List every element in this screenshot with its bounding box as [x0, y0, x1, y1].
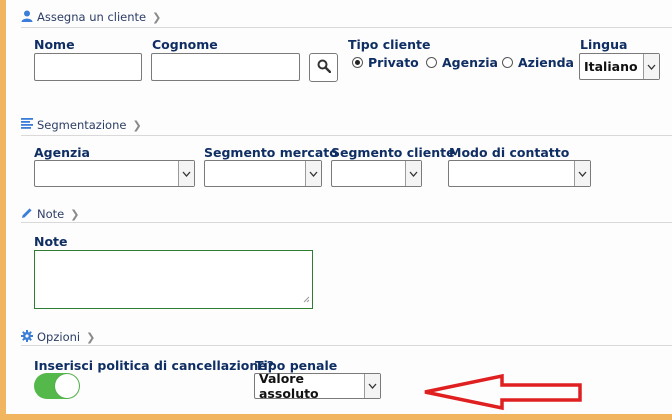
red-arrow-annotation	[424, 373, 582, 411]
radio-azienda[interactable]: Azienda	[502, 55, 574, 70]
agenzia-label: Agenzia	[34, 145, 90, 160]
chevron-down-icon[interactable]	[305, 161, 321, 186]
search-button[interactable]	[309, 53, 338, 82]
modo-contatto-select[interactable]	[448, 160, 591, 187]
agenzia-select[interactable]	[34, 160, 195, 187]
chevron-down-icon[interactable]	[643, 54, 659, 79]
divider	[21, 222, 672, 223]
chevron-right-icon: ❯	[70, 207, 80, 221]
chevron-down-icon[interactable]	[364, 374, 380, 398]
section-header-options[interactable]: Opzioni ❯	[21, 327, 95, 347]
accent-bar	[0, 0, 6, 420]
segmento-cliente-label: Segmento cliente	[331, 145, 455, 160]
chevron-right-icon: ❯	[152, 10, 162, 24]
radio-button[interactable]	[352, 57, 363, 68]
segmento-mercato-label: Segmento mercato	[204, 145, 338, 160]
user-icon	[21, 10, 33, 25]
cognome-input[interactable]	[151, 53, 300, 81]
chevron-right-icon: ❯	[86, 330, 96, 344]
radio-button[interactable]	[502, 57, 513, 68]
chevron-down-icon[interactable]	[574, 161, 590, 186]
resize-handle-icon[interactable]	[303, 288, 310, 307]
cancellation-toggle[interactable]	[34, 373, 80, 399]
section-title: Assegna un cliente	[37, 10, 147, 24]
section-header-notes[interactable]: Note ❯	[21, 204, 79, 224]
nome-label: Nome	[34, 37, 75, 52]
toggle-knob	[55, 374, 79, 398]
tipo-penale-select[interactable]: Valore assoluto	[254, 371, 381, 401]
radio-privato[interactable]: Privato	[352, 55, 419, 70]
lingua-label: Lingua	[580, 37, 628, 52]
divider	[21, 27, 672, 28]
radio-label: Privato	[368, 55, 419, 70]
tipo-cliente-label: Tipo cliente	[348, 37, 431, 52]
chevron-down-icon[interactable]	[405, 161, 421, 186]
lingua-select[interactable]: Italiano	[579, 53, 660, 80]
cognome-label: Cognome	[152, 37, 218, 52]
section-header-client[interactable]: Assegna un cliente ❯	[21, 7, 161, 27]
search-icon	[317, 58, 331, 77]
modo-contatto-label: Modo di contatto	[449, 145, 570, 160]
section-title: Opzioni	[37, 330, 81, 344]
radio-button[interactable]	[426, 57, 437, 68]
nome-input[interactable]	[34, 53, 142, 81]
section-title: Segmentazione	[37, 118, 127, 132]
divider	[21, 345, 672, 346]
note-textarea[interactable]	[34, 250, 313, 309]
radio-label: Agenzia	[442, 55, 498, 70]
list-icon	[21, 118, 33, 132]
radio-agenzia[interactable]: Agenzia	[426, 55, 498, 70]
lingua-value: Italiano	[584, 59, 638, 74]
pencil-icon	[21, 207, 33, 222]
gear-icon	[21, 329, 33, 345]
segmento-mercato-select[interactable]	[204, 160, 322, 187]
divider	[21, 135, 672, 136]
note-label: Note	[34, 234, 68, 249]
chevron-right-icon: ❯	[132, 118, 142, 132]
cancellation-label: Inserisci politica di cancellazione?	[34, 358, 274, 373]
section-header-segmentation[interactable]: Segmentazione ❯	[21, 115, 142, 135]
accent-bar-bottom	[0, 414, 672, 420]
chevron-down-icon[interactable]	[178, 161, 194, 186]
segmento-cliente-select[interactable]	[331, 160, 422, 187]
section-title: Note	[37, 207, 65, 221]
radio-label: Azienda	[518, 55, 574, 70]
tipo-penale-value: Valore assoluto	[259, 371, 319, 401]
